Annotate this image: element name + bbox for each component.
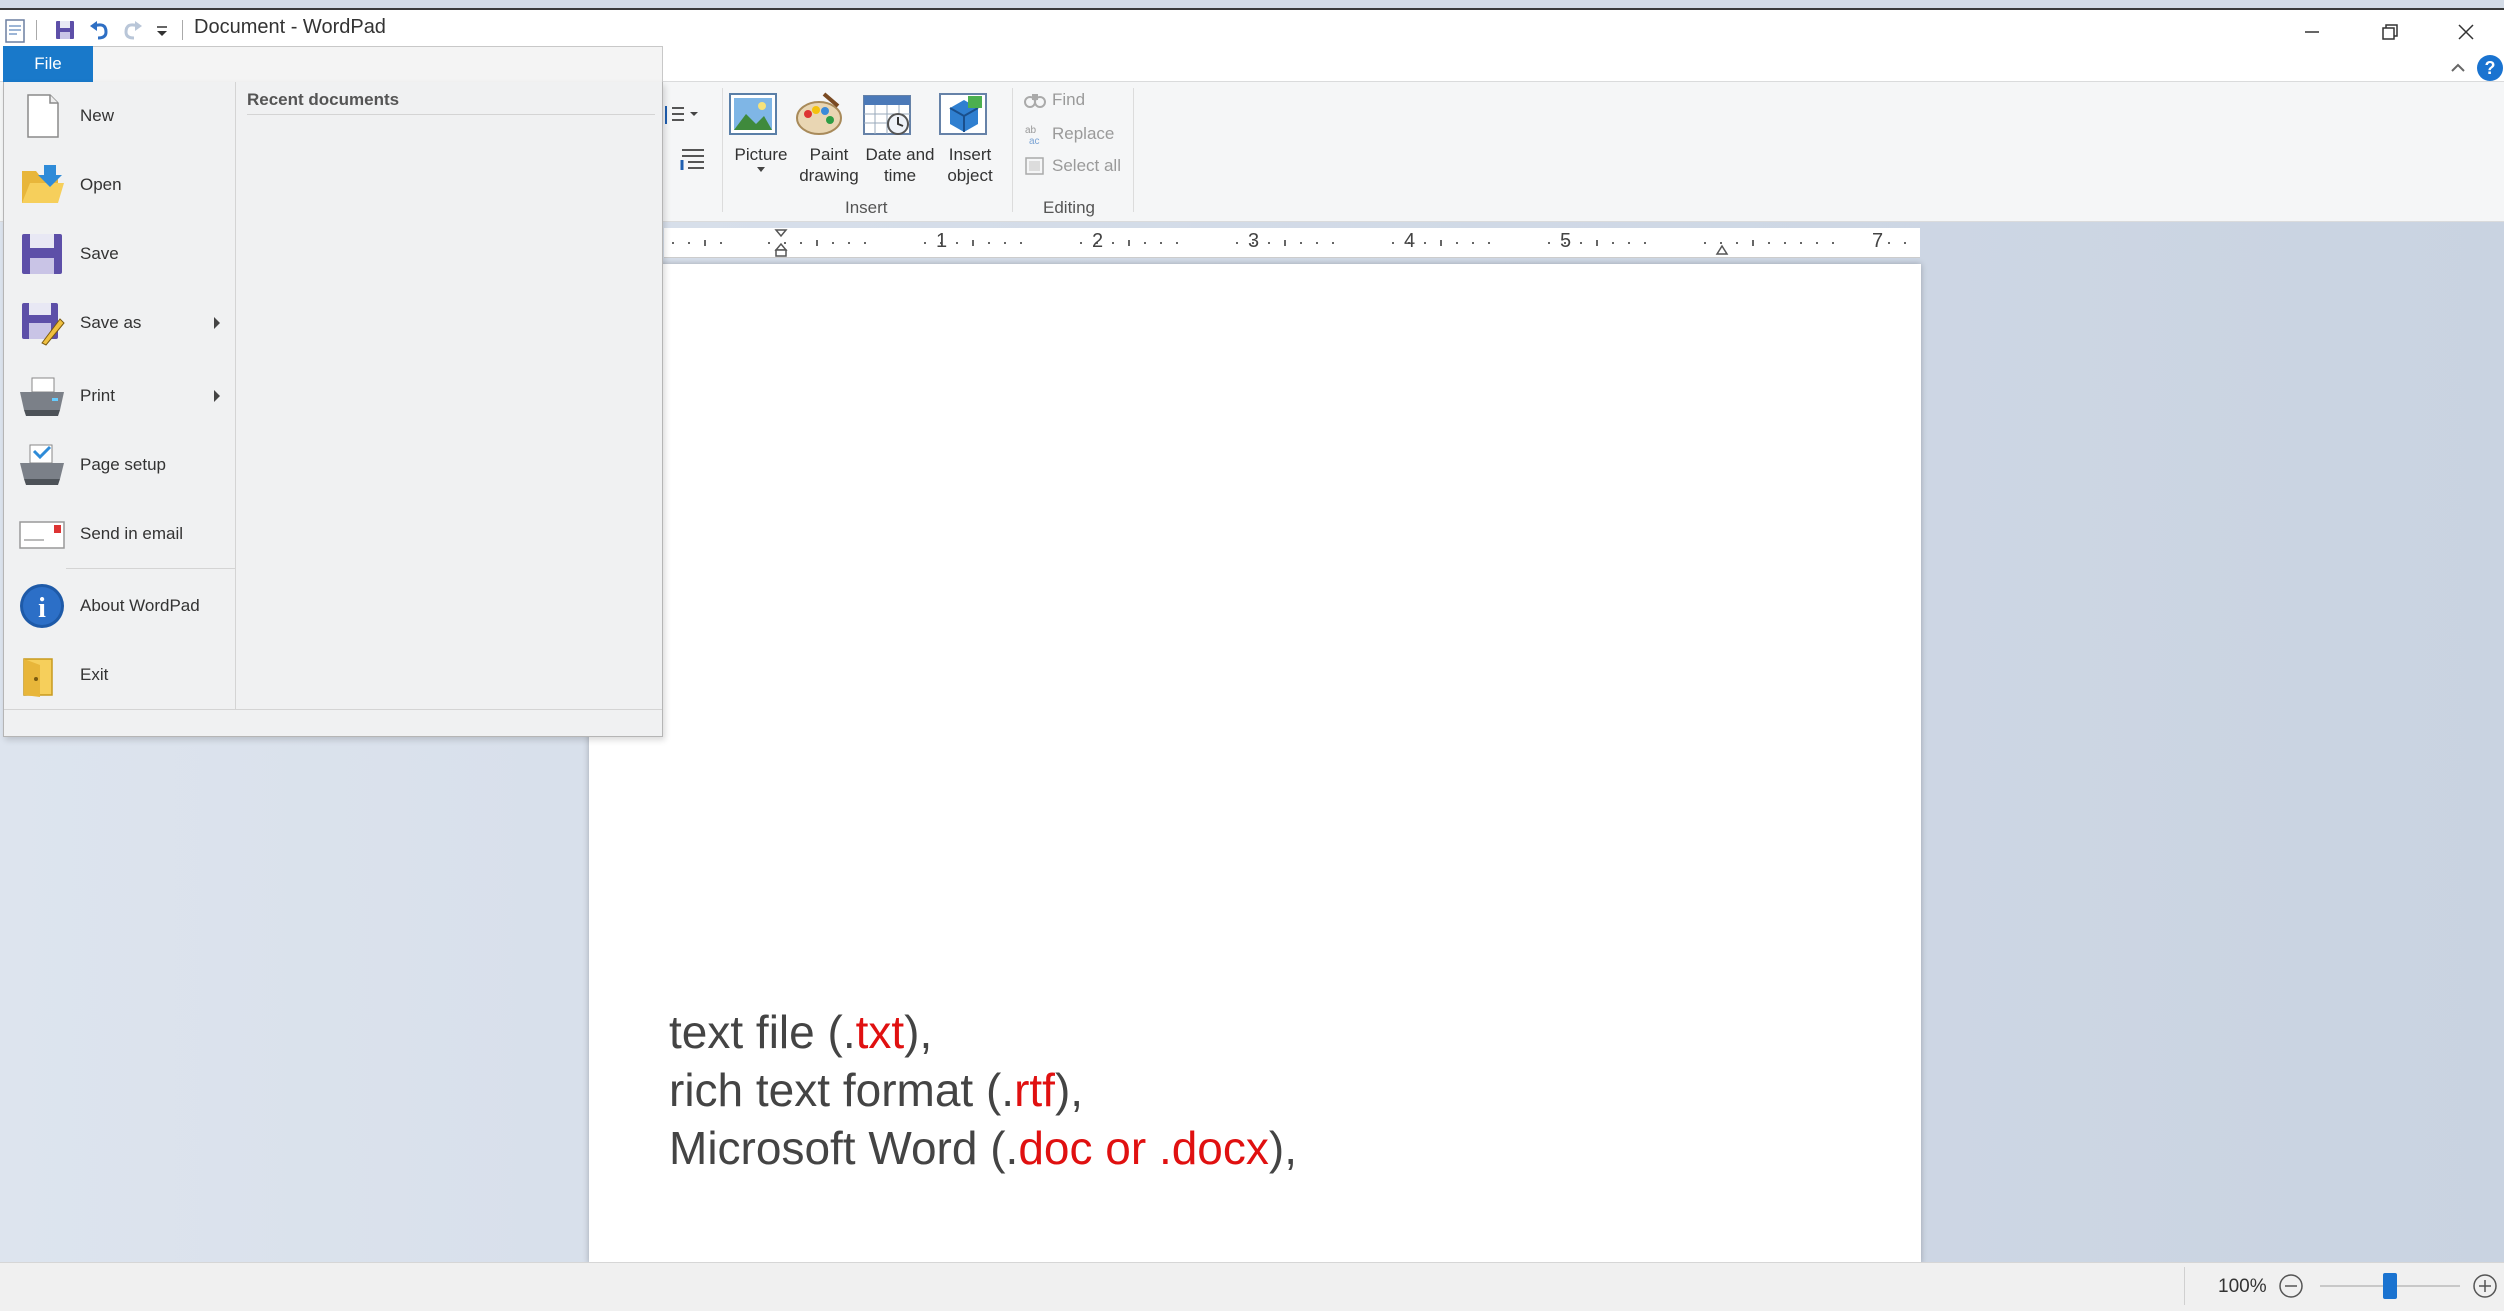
recent-documents-divider (247, 114, 655, 115)
zoom-level: 100% (2218, 1276, 2267, 1297)
save-as-icon (18, 299, 66, 347)
ruler[interactable]: 1 2 3 4 5 7 (664, 228, 1920, 258)
replace-button[interactable]: ab ac Replace (1024, 123, 1114, 145)
file-menu-footer (4, 709, 662, 736)
picture-icon (728, 90, 794, 138)
ruler-number: 3 (1248, 230, 1260, 252)
zoom-slider-thumb[interactable] (2383, 1273, 2397, 1299)
document-line-3[interactable]: Microsoft Word (.doc or .docx), (669, 1121, 1297, 1175)
menu-item-new[interactable]: New (4, 82, 236, 150)
select-all-icon (1025, 157, 1044, 175)
ruler-number: 7 (1872, 230, 1884, 252)
ruler-number: 4 (1404, 230, 1416, 252)
toolbar-separator (182, 20, 183, 40)
redo-icon[interactable] (122, 18, 144, 42)
new-document-icon (18, 92, 66, 140)
zoom-in-icon[interactable] (2472, 1273, 2498, 1299)
chevron-up-icon[interactable] (2448, 58, 2468, 78)
toolbar-separator (36, 20, 37, 40)
line-spacing-icon[interactable] (664, 102, 704, 128)
svg-text:?: ? (2485, 58, 2496, 78)
ruler-number: 5 (1560, 230, 1572, 252)
undo-icon[interactable] (88, 18, 110, 42)
page-setup-icon (18, 441, 66, 489)
minimize-icon (2305, 31, 2319, 33)
paint-icon (794, 90, 864, 138)
minimize-button[interactable] (2274, 10, 2350, 54)
zoom-out-icon[interactable] (2278, 1273, 2304, 1299)
paint-drawing-button[interactable]: Paint drawing (794, 90, 864, 186)
svg-text:i: i (38, 593, 46, 624)
restore-button[interactable] (2352, 10, 2428, 54)
select-all-button[interactable]: Select all (1024, 156, 1121, 176)
recent-documents-title: Recent documents (247, 90, 400, 109)
object-icon (938, 90, 1002, 138)
editing-group-label: Editing (1043, 198, 1095, 217)
email-icon (18, 510, 66, 558)
menu-item-open[interactable]: Open (4, 151, 236, 219)
ribbon-separator (722, 88, 723, 212)
insert-group-label: Insert (845, 198, 888, 217)
first-line-indent-marker (774, 229, 788, 238)
floppy-save-icon (18, 230, 66, 278)
paragraph-icon[interactable] (680, 146, 708, 172)
ribbon-separator (1133, 88, 1134, 212)
find-button[interactable]: Find (1024, 90, 1085, 110)
svg-text:ab: ab (1025, 125, 1037, 136)
menu-item-send-in-email[interactable]: Send in email (4, 500, 236, 568)
date-and-time-button[interactable]: Date and time (862, 90, 938, 186)
dropdown-icon[interactable] (154, 18, 170, 42)
document-line-1[interactable]: text file (.txt), (669, 1005, 932, 1059)
menu-separator (66, 568, 236, 569)
submenu-arrow-icon (214, 390, 220, 402)
ribbon-separator (1012, 88, 1013, 212)
ruler-number: 2 (1092, 230, 1104, 252)
status-bar: 100% (0, 1262, 2504, 1311)
replace-icon: abac (1025, 125, 1040, 145)
find-icon (1024, 94, 1046, 108)
menu-item-print[interactable]: Print (4, 362, 236, 430)
menu-item-save[interactable]: Save (4, 220, 236, 288)
info-icon: i (18, 582, 66, 630)
help-icon[interactable]: ? (2476, 54, 2504, 82)
save-icon[interactable] (54, 18, 76, 42)
file-menu-header (93, 46, 663, 82)
status-separator (2184, 1267, 2185, 1305)
file-menu-commands: New Open Save Save as Print Page setup S… (4, 82, 236, 709)
printer-icon (18, 372, 66, 420)
window-title: Document - WordPad (194, 16, 386, 38)
document-line-2[interactable]: rich text format (.rtf), (669, 1063, 1083, 1117)
picture-button[interactable]: Picture (728, 90, 794, 175)
menu-item-save-as[interactable]: Save as (4, 289, 236, 357)
left-indent-marker (775, 249, 787, 257)
wordpad-icon[interactable] (4, 18, 26, 44)
insert-object-button[interactable]: Insert object (938, 90, 1002, 186)
close-icon (2458, 24, 2474, 40)
exit-icon (18, 651, 66, 699)
menu-item-page-setup[interactable]: Page setup (4, 431, 236, 499)
file-menu: New Open Save Save as Print Page setup S… (3, 82, 663, 737)
hanging-indent-marker (774, 242, 788, 251)
calendar-icon (862, 90, 938, 138)
close-button[interactable] (2428, 10, 2504, 54)
svg-text:ac: ac (1029, 136, 1040, 145)
submenu-arrow-icon (214, 317, 220, 329)
restore-icon (2382, 24, 2398, 40)
open-folder-icon (18, 161, 66, 209)
file-menu-tab[interactable]: File (3, 46, 93, 82)
menu-item-about-wordpad[interactable]: i About WordPad (4, 572, 236, 640)
right-indent-marker (1715, 244, 1729, 255)
ruler-number: 1 (936, 230, 948, 252)
menu-item-exit[interactable]: Exit (4, 641, 236, 709)
